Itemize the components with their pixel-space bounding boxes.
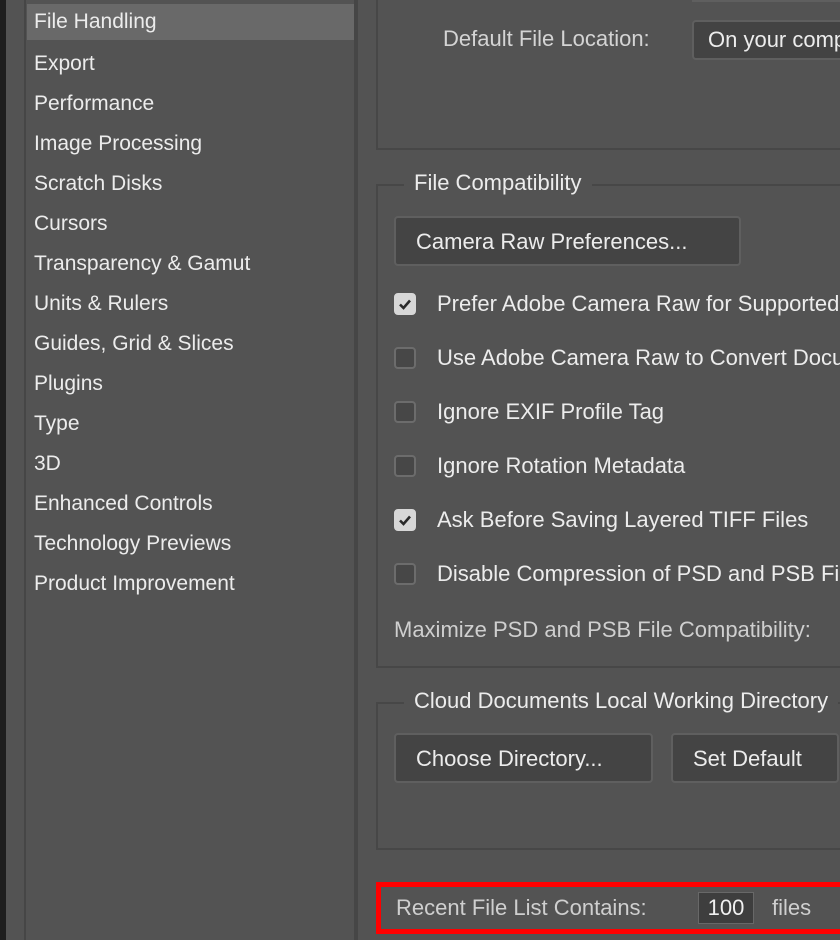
option-disable-compression[interactable]: Disable Compression of PSD and PSB Files	[394, 559, 840, 589]
option-ignore-exif[interactable]: Ignore EXIF Profile Tag	[394, 397, 664, 427]
camera-raw-preferences-button[interactable]: Camera Raw Preferences...	[394, 216, 741, 266]
sidebar-item-export[interactable]: Export	[27, 44, 354, 84]
window-margin	[6, 0, 26, 940]
sidebar-item-technology-previews[interactable]: Technology Previews	[27, 524, 354, 564]
maximize-compatibility-label: Maximize PSD and PSB File Compatibility:	[394, 617, 811, 642]
divider	[356, 0, 358, 940]
recent-file-count-input[interactable]	[698, 892, 754, 924]
sidebar-item-type[interactable]: Type	[27, 404, 354, 444]
set-default-button[interactable]: Set Default	[671, 733, 839, 783]
default-location-label: Default File Location:	[443, 26, 650, 51]
sidebar-item-guides-grid-slices[interactable]: Guides, Grid & Slices	[27, 324, 354, 364]
preferences-sidebar: File Handling Export Performance Image P…	[27, 0, 356, 940]
option-use-camera-raw-convert[interactable]: Use Adobe Camera Raw to Convert Document…	[394, 343, 840, 373]
sidebar-item-units-rulers[interactable]: Units & Rulers	[27, 284, 354, 324]
option-prefer-camera-raw[interactable]: Prefer Adobe Camera Raw for Supported Ra…	[394, 289, 840, 319]
checkmark-icon	[399, 299, 411, 310]
sidebar-item-3d[interactable]: 3D	[27, 444, 354, 484]
checkbox-unchecked[interactable]	[394, 401, 416, 423]
checkmark-icon	[399, 515, 411, 526]
file-compatibility-legend: File Compatibility	[404, 170, 592, 196]
dropdown-edge	[692, 0, 840, 2]
sidebar-item-cursors[interactable]: Cursors	[27, 204, 354, 244]
cloud-documents-legend: Cloud Documents Local Working Directory	[404, 688, 839, 714]
option-ignore-rotation[interactable]: Ignore Rotation Metadata	[394, 451, 685, 481]
sidebar-item-plugins[interactable]: Plugins	[27, 364, 354, 404]
sidebar-item-enhanced-controls[interactable]: Enhanced Controls	[27, 484, 354, 524]
sidebar-item-transparency-gamut[interactable]: Transparency & Gamut	[27, 244, 354, 284]
recent-file-suffix: files	[772, 895, 812, 920]
sidebar-item-file-handling[interactable]: File Handling	[27, 4, 354, 40]
checkbox-unchecked[interactable]	[394, 347, 416, 369]
checkbox-checked[interactable]	[394, 509, 416, 531]
sidebar-item-scratch-disks[interactable]: Scratch Disks	[27, 164, 354, 204]
checkbox-checked[interactable]	[394, 293, 416, 315]
recent-file-list-label: Recent File List Contains:	[396, 895, 647, 920]
choose-directory-button[interactable]: Choose Directory...	[394, 733, 653, 783]
sidebar-item-product-improvement[interactable]: Product Improvement	[27, 564, 354, 604]
checkbox-unchecked[interactable]	[394, 563, 416, 585]
sidebar-item-performance[interactable]: Performance	[27, 84, 354, 124]
option-ask-tiff[interactable]: Ask Before Saving Layered TIFF Files	[394, 505, 808, 535]
checkbox-unchecked[interactable]	[394, 455, 416, 477]
default-location-select[interactable]: On your computer	[692, 20, 840, 60]
sidebar-item-image-processing[interactable]: Image Processing	[27, 124, 354, 164]
